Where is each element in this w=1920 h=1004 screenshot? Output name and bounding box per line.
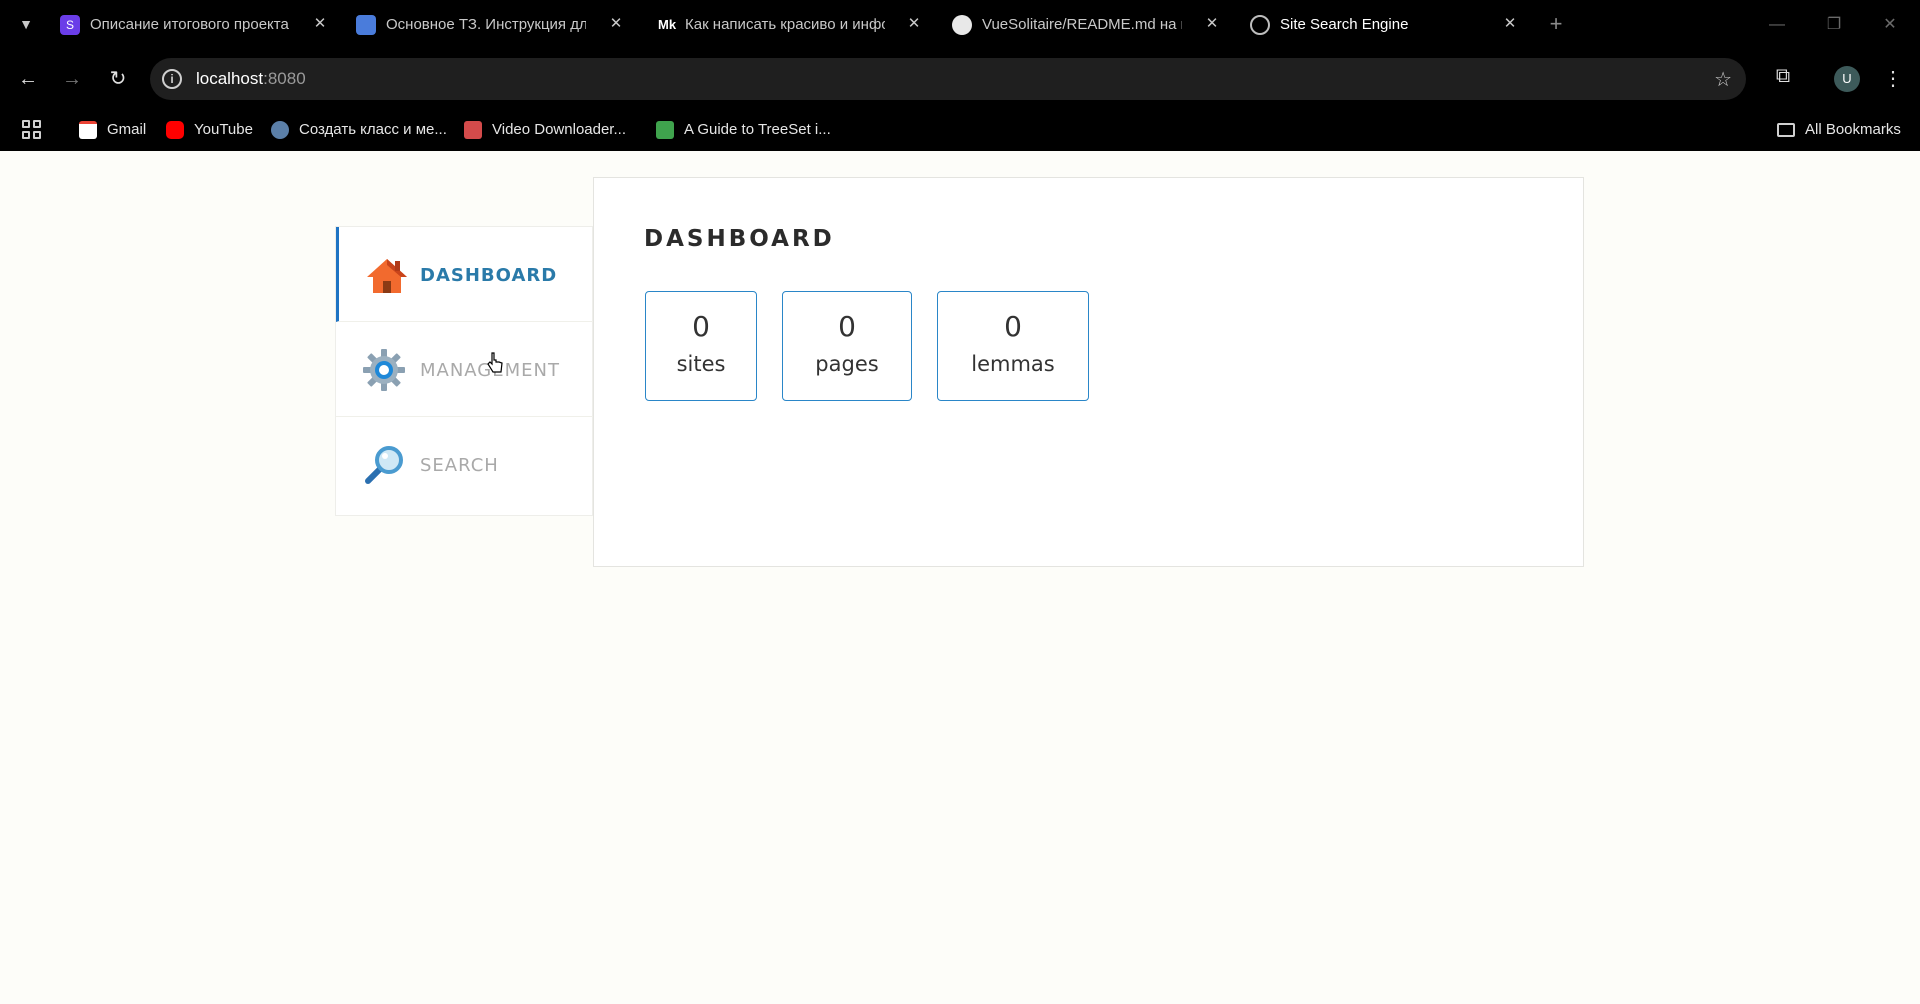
hand-cursor-icon: [487, 352, 503, 373]
stat-value: 0: [692, 310, 710, 343]
favicon-icon: S: [60, 15, 80, 35]
new-tab-icon[interactable]: +: [1544, 13, 1568, 37]
tab-title: Описание итогового проекта: [90, 16, 289, 33]
site-info-icon[interactable]: i: [162, 69, 182, 89]
home-icon: [367, 259, 407, 293]
restore-icon[interactable]: ❐: [1822, 13, 1846, 37]
browser-tab-active[interactable]: Site Search Engine ✕: [1250, 8, 1520, 42]
stat-label: lemmas: [971, 352, 1055, 376]
reload-icon[interactable]: ↻: [103, 64, 133, 94]
sidebar-nav: DASHBOARD MANAGEMENT SEARCH: [335, 226, 593, 516]
dashboard-panel: DASHBOARD 0 sites 0 pages 0 lemmas: [593, 177, 1584, 567]
page-title: DASHBOARD: [644, 226, 835, 252]
forward-icon[interactable]: →: [57, 64, 87, 94]
tab-bar: ▼ S Описание итогового проекта ✕ Основно…: [0, 0, 1920, 50]
gear-icon: [363, 349, 405, 391]
globe-icon: [1250, 15, 1270, 35]
tab-title: Site Search Engine: [1280, 16, 1409, 33]
browser-toolbar: ← → ↻ i localhost:8080 ☆ ⧉ U ⋮: [0, 50, 1920, 108]
browser-tab[interactable]: VueSolitaire/README.md на m ✕: [952, 8, 1222, 42]
tab-search-chevron-icon[interactable]: ▼: [14, 12, 38, 36]
tab-title: Как написать красиво и инфор: [685, 16, 885, 33]
page-content: DASHBOARD MANAGEMENT SEARCH DASHBOARD 0 …: [0, 151, 1920, 1004]
sidebar-item-management[interactable]: MANAGEMENT: [336, 322, 593, 417]
video-icon: [464, 121, 482, 139]
docs-favicon-icon: [356, 15, 376, 35]
browser-tab[interactable]: Mk Как написать красиво и инфор ✕: [658, 8, 928, 42]
close-tab-icon[interactable]: ✕: [606, 14, 626, 34]
url-text[interactable]: localhost:8080: [196, 69, 306, 89]
bookmark-star-icon[interactable]: ☆: [1714, 67, 1732, 92]
close-tab-icon[interactable]: ✕: [310, 14, 330, 34]
browser-tab[interactable]: S Описание итогового проекта ✕: [60, 8, 330, 42]
tab-title: VueSolitaire/README.md на m: [982, 16, 1182, 33]
gmail-icon: [79, 121, 97, 139]
github-icon: [952, 15, 972, 35]
sidebar-item-dashboard[interactable]: DASHBOARD: [336, 227, 593, 322]
stat-card-sites: 0 sites: [645, 291, 757, 401]
puzzle-icon: [271, 121, 289, 139]
address-bar[interactable]: i localhost:8080 ☆: [150, 58, 1746, 100]
close-tab-icon[interactable]: ✕: [1500, 14, 1520, 34]
folder-icon: [1777, 123, 1795, 137]
stat-label: sites: [676, 352, 726, 376]
sidebar-item-label: SEARCH: [420, 455, 499, 476]
close-tab-icon[interactable]: ✕: [904, 14, 924, 34]
stat-value: 0: [1004, 310, 1022, 343]
browser-tab[interactable]: Основное ТЗ. Инструкция для ✕: [356, 8, 626, 42]
bookmarks-bar: Gmail YouTube Создать класс и ме... Vide…: [0, 108, 1920, 151]
stat-value: 0: [838, 310, 856, 343]
browser-menu-icon[interactable]: ⋮: [1883, 65, 1903, 93]
leaf-icon: [656, 121, 674, 139]
tab-title: Основное ТЗ. Инструкция для: [386, 16, 586, 33]
close-tab-icon[interactable]: ✕: [1202, 14, 1222, 34]
sidebar-item-search[interactable]: SEARCH: [336, 417, 593, 512]
minimize-icon[interactable]: —: [1765, 13, 1789, 37]
stat-card-lemmas: 0 lemmas: [937, 291, 1089, 401]
stat-label: pages: [815, 352, 879, 376]
close-window-icon[interactable]: ✕: [1878, 13, 1902, 37]
stat-card-pages: 0 pages: [782, 291, 912, 401]
magnifier-icon: [365, 446, 403, 484]
sidebar-item-label: DASHBOARD: [420, 265, 558, 286]
youtube-icon: [166, 121, 184, 139]
extensions-icon[interactable]: ⧉: [1769, 65, 1797, 93]
apps-grid-icon[interactable]: [22, 120, 42, 140]
profile-avatar[interactable]: U: [1834, 66, 1860, 92]
favicon-icon: Mk: [658, 17, 677, 32]
back-icon[interactable]: ←: [13, 64, 43, 94]
